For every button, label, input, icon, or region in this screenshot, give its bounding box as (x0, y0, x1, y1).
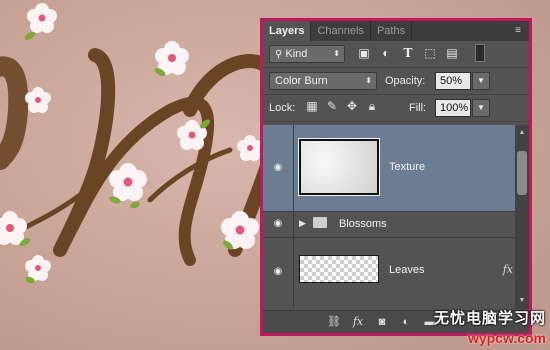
search-icon: ⚲ (275, 49, 283, 60)
eye-icon[interactable]: ◉ (271, 267, 285, 277)
blend-row: Color Burn ⬍ Opacity: 50% ▼ (263, 68, 529, 95)
type-filter-icon[interactable]: T (401, 46, 415, 60)
link-layers-icon[interactable]: ⛓ (327, 315, 341, 329)
adjustment-layer-icon[interactable]: ◐ (399, 315, 413, 329)
eye-icon[interactable]: ◉ (271, 219, 285, 229)
scroll-thumb[interactable] (517, 151, 527, 195)
shape-filter-icon[interactable]: ⬚ (423, 46, 437, 60)
lock-row: Lock: ▦ ✎ ✥ 🔒︎ Fill: 100% ▼ (263, 95, 529, 122)
lock-all-icon[interactable]: 🔒︎ (365, 99, 379, 113)
panel-menu-icon[interactable]: ≡ (511, 24, 525, 38)
layers-list: ◉ Texture ◉ ▶ Blossoms ◉ Leaves fx (263, 125, 515, 309)
visibility-column: ◉ (263, 211, 294, 237)
fx-icon[interactable]: fx (351, 315, 365, 329)
filter-row: ⚲ Kind ⬍ ▣ ◐ T ⬚ ▤ (263, 41, 529, 68)
blend-mode-dropdown[interactable]: Color Burn ⬍ (269, 72, 377, 90)
lock-label: Lock: (269, 102, 296, 114)
image-filter-icon[interactable]: ▣ (357, 46, 371, 60)
blend-mode-value: Color Burn (275, 75, 328, 87)
filter-toggle-icon[interactable] (475, 44, 485, 62)
watermark-text: 无忧电脑学习网 (433, 309, 546, 327)
layer-row-blossoms[interactable]: ◉ ▶ Blossoms (263, 211, 515, 238)
scroll-up-icon[interactable]: ▲ (518, 129, 526, 137)
scroll-down-icon[interactable]: ▼ (518, 297, 526, 305)
fill-dropdown-arrow[interactable]: ▼ (472, 99, 490, 117)
smartobject-filter-icon[interactable]: ▤ (445, 46, 459, 60)
layer-thumbnail-leaves (299, 255, 379, 283)
lock-image-pixels-icon[interactable]: ✎ (325, 99, 339, 113)
layer-effects-icon[interactable]: fx (503, 263, 513, 276)
layer-mask-icon[interactable]: ◙ (375, 315, 389, 329)
layer-name-leaves: Leaves (389, 264, 425, 276)
fill-field[interactable]: 100% (435, 99, 471, 117)
panel-tab-bar: Layers Channels Paths ≡ (263, 21, 529, 41)
lock-position-icon[interactable]: ✥ (345, 99, 359, 113)
layers-panel: Layers Channels Paths ≡ ⚲ Kind ⬍ ▣ ◐ T ⬚… (260, 18, 532, 336)
visibility-column: ◉ (263, 125, 294, 211)
adjustment-filter-icon[interactable]: ◐ (379, 46, 393, 60)
tab-layers[interactable]: Layers (263, 21, 312, 41)
folder-icon (313, 217, 327, 228)
layers-scrollbar[interactable]: ▲ ▼ (515, 125, 529, 309)
layer-name-texture: Texture (389, 161, 426, 173)
layer-row-texture[interactable]: ◉ Texture (263, 125, 515, 212)
filter-kind-dropdown[interactable]: ⚲ Kind ⬍ (269, 45, 345, 63)
tab-paths[interactable]: Paths (371, 21, 413, 41)
layer-row-leaves[interactable]: ◉ Leaves fx (263, 237, 515, 309)
tab-channels[interactable]: Channels (311, 21, 371, 41)
chevron-updown-icon: ⬍ (365, 76, 372, 85)
opacity-label: Opacity: (385, 75, 426, 87)
layer-name-blossoms: Blossoms (339, 218, 387, 230)
filter-kind-label: Kind (285, 48, 308, 60)
expand-triangle-icon[interactable]: ▶ (299, 218, 306, 229)
chevron-updown-icon: ⬍ (333, 49, 340, 58)
fill-label: Fill: (409, 102, 427, 114)
opacity-dropdown-arrow[interactable]: ▼ (472, 72, 490, 90)
lock-transparent-pixels-icon[interactable]: ▦ (305, 99, 319, 113)
layer-thumbnail-texture (298, 138, 380, 196)
watermark-url: wypcw.com (467, 330, 546, 346)
opacity-field[interactable]: 50% (435, 72, 471, 90)
visibility-column: ◉ (263, 237, 294, 309)
eye-icon[interactable]: ◉ (271, 163, 285, 173)
